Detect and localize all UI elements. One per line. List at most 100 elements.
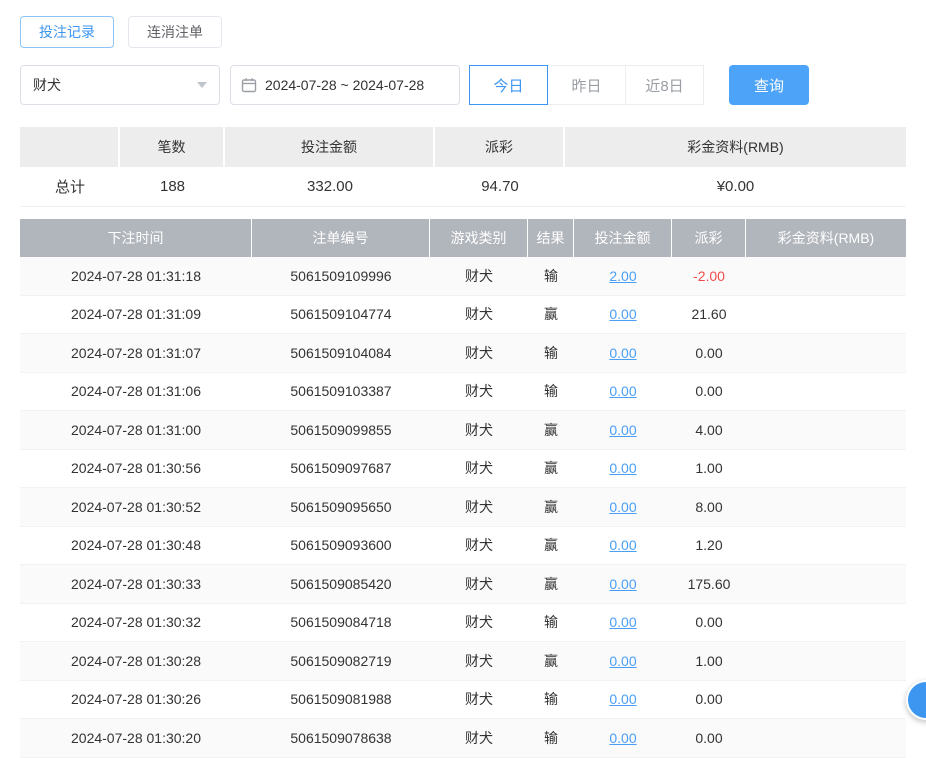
query-button[interactable]: 查询 [729,65,809,105]
order-id-cell: 5061509082719 [252,642,430,680]
result-cell: 输 [528,334,574,372]
summary-payout-value: 94.70 [435,167,565,207]
payout-cell: 8.00 [672,488,746,526]
order-id-cell: 5061509084718 [252,604,430,642]
result-cell: 输 [528,257,574,295]
table-row: 2024-07-28 01:30:525061509095650财犬赢0.008… [20,488,906,527]
result-cell: 输 [528,373,574,411]
summary-count-value: 188 [120,167,225,207]
game-select-value: 财犬 [33,75,61,95]
game-select[interactable]: 财犬 [20,65,220,105]
bet-time-cell: 2024-07-28 01:30:32 [20,604,252,642]
bet-amount-cell: 0.00 [574,604,672,642]
bet-amount-cell: 0.00 [574,488,672,526]
summary-header-bonus: 彩金资料(RMB) [565,127,906,167]
payout-cell: 175.60 [672,565,746,603]
header-bet-time: 下注时间 [20,219,252,257]
game-type-cell: 财犬 [430,373,528,411]
summary-table: 笔数 投注金额 派彩 彩金资料(RMB) 总计 188 332.00 94.70… [20,127,906,207]
order-id-cell: 5061509104774 [252,296,430,334]
tab-cancel-orders[interactable]: 连消注单 [128,16,222,48]
result-cell: 赢 [528,642,574,680]
bet-amount-link[interactable]: 0.00 [609,422,636,438]
game-type-cell: 财犬 [430,488,528,526]
summary-header-blank [20,127,120,167]
bet-amount-link[interactable]: 0.00 [609,460,636,476]
summary-bonus-value: ¥0.00 [565,167,906,207]
bet-amount-link[interactable]: 0.00 [609,383,636,399]
table-row: 2024-07-28 01:30:335061509085420财犬赢0.001… [20,565,906,604]
result-cell: 输 [528,604,574,642]
bet-time-cell: 2024-07-28 01:31:00 [20,411,252,449]
order-id-cell: 5061509085420 [252,565,430,603]
bonus-cell [746,642,906,680]
tab-bet-records[interactable]: 投注记录 [20,16,114,48]
payout-cell: 1.00 [672,450,746,488]
bet-amount-link[interactable]: 0.00 [609,576,636,592]
bet-time-cell: 2024-07-28 01:30:33 [20,565,252,603]
result-cell: 赢 [528,527,574,565]
quick-date-buttons: 今日 昨日 近8日 [470,65,704,105]
bet-time-cell: 2024-07-28 01:30:20 [20,719,252,757]
bet-amount-link[interactable]: 0.00 [609,499,636,515]
summary-total-label: 总计 [20,167,120,207]
game-type-cell: 财犬 [430,719,528,757]
page: 投注记录 连消注单 财犬 2024-07-28 ~ 2024-07-28 今日 … [0,0,926,758]
bet-amount-link[interactable]: 0.00 [609,653,636,669]
bet-amount-link[interactable]: 0.00 [609,537,636,553]
game-type-cell: 财犬 [430,411,528,449]
payout-cell: 1.00 [672,642,746,680]
bet-amount-link[interactable]: 0.00 [609,730,636,746]
date-range-value: 2024-07-28 ~ 2024-07-28 [265,77,424,93]
game-type-cell: 财犬 [430,527,528,565]
result-cell: 赢 [528,488,574,526]
game-type-cell: 财犬 [430,257,528,295]
bet-amount-link[interactable]: 0.00 [609,614,636,630]
payout-cell: 0.00 [672,719,746,757]
table-row: 2024-07-28 01:30:265061509081988财犬输0.000… [20,681,906,720]
bet-amount-cell: 0.00 [574,411,672,449]
bet-amount-cell: 0.00 [574,334,672,372]
bet-table: 下注时间 注单编号 游戏类别 结果 投注金额 派彩 彩金资料(RMB) 2024… [20,219,906,758]
filter-bar: 财犬 2024-07-28 ~ 2024-07-28 今日 昨日 近8日 查询 [20,65,906,105]
bet-amount-cell: 0.00 [574,296,672,334]
table-row: 2024-07-28 01:31:075061509104084财犬输0.000… [20,334,906,373]
table-row: 2024-07-28 01:30:205061509078638财犬输0.000… [20,719,906,758]
bet-amount-cell: 2.00 [574,257,672,295]
bonus-cell [746,373,906,411]
bet-amount-link[interactable]: 0.00 [609,345,636,361]
payout-cell: 0.00 [672,334,746,372]
date-range-picker[interactable]: 2024-07-28 ~ 2024-07-28 [230,65,460,105]
bonus-cell [746,296,906,334]
summary-header-bet-amount: 投注金额 [225,127,435,167]
header-payout: 派彩 [672,219,746,257]
order-id-cell: 5061509078638 [252,719,430,757]
bonus-cell [746,334,906,372]
result-cell: 赢 [528,565,574,603]
quick-today-button[interactable]: 今日 [469,65,548,105]
bet-amount-link[interactable]: 0.00 [609,691,636,707]
top-tabs: 投注记录 连消注单 [20,16,906,48]
header-result: 结果 [528,219,574,257]
game-type-cell: 财犬 [430,681,528,719]
order-id-cell: 5061509109996 [252,257,430,295]
bonus-cell [746,488,906,526]
quick-last8days-button[interactable]: 近8日 [625,65,704,105]
payout-cell: 4.00 [672,411,746,449]
table-row: 2024-07-28 01:30:285061509082719财犬赢0.001… [20,642,906,681]
bet-time-cell: 2024-07-28 01:30:26 [20,681,252,719]
bet-amount-link[interactable]: 2.00 [609,268,636,284]
summary-header-payout: 派彩 [435,127,565,167]
order-id-cell: 5061509093600 [252,527,430,565]
table-row: 2024-07-28 01:31:185061509109996财犬输2.00-… [20,257,906,296]
bonus-cell [746,565,906,603]
quick-yesterday-button[interactable]: 昨日 [547,65,626,105]
table-row: 2024-07-28 01:31:095061509104774财犬赢0.002… [20,296,906,335]
bet-amount-link[interactable]: 0.00 [609,306,636,322]
bonus-cell [746,450,906,488]
result-cell: 赢 [528,450,574,488]
bet-amount-cell: 0.00 [574,719,672,757]
bonus-cell [746,719,906,757]
bet-time-cell: 2024-07-28 01:30:52 [20,488,252,526]
bet-amount-cell: 0.00 [574,450,672,488]
